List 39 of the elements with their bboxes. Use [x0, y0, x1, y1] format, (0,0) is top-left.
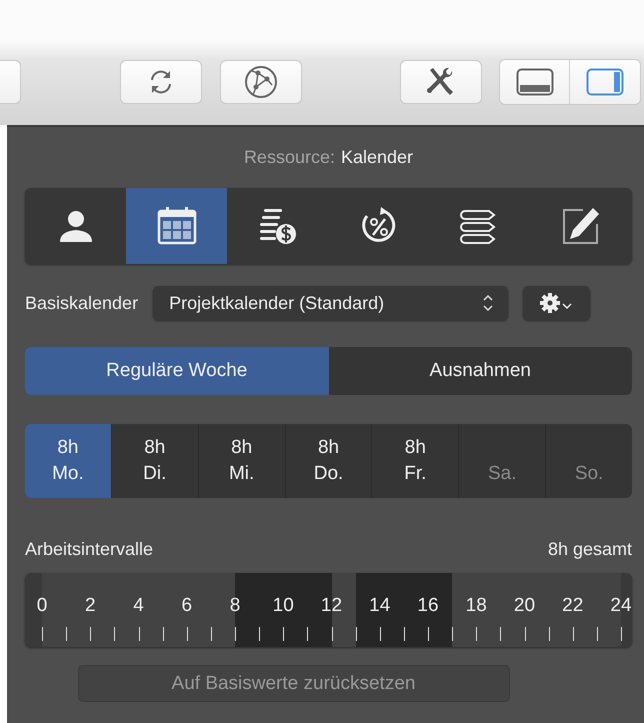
hour-label: 20 — [514, 595, 536, 617]
hour-label: 2 — [84, 595, 96, 617]
coins-dollar-icon — [258, 206, 298, 246]
day-button[interactable]: 8h Do. — [284, 424, 372, 498]
base-calendar-label: Basiskalender — [25, 292, 138, 314]
day-button[interactable]: 8h Mo. — [25, 424, 111, 498]
bottom-panel-icon — [516, 68, 554, 96]
hour-label: 8 — [230, 595, 240, 617]
hour-label: 12 — [320, 595, 342, 617]
hour-label: 22 — [562, 595, 584, 617]
hour-label: 18 — [466, 595, 487, 617]
mode-tab[interactable]: Reguläre Woche — [25, 347, 328, 395]
hour-label: 6 — [181, 595, 192, 617]
total-hours: 8h gesamt — [548, 538, 632, 560]
edit-icon — [561, 206, 602, 246]
hour-label: 0 — [36, 595, 48, 617]
network-button[interactable] — [220, 60, 302, 104]
day-button[interactable]: 8h Di. — [110, 424, 198, 498]
hour-label: 14 — [369, 595, 390, 617]
hour-label: 24 — [610, 595, 632, 617]
tools-button[interactable] — [400, 60, 482, 104]
right-panel-icon — [586, 68, 624, 96]
inspector-title: Kalender — [340, 147, 414, 169]
inspector-tab[interactable] — [126, 188, 228, 264]
intervals-label: Arbeitsintervalle — [25, 538, 154, 560]
hour-label: 10 — [272, 595, 294, 617]
settings-button[interactable] — [523, 286, 590, 320]
day-button[interactable]: 8h Mi. — [198, 424, 285, 498]
hour-label: 4 — [133, 595, 144, 617]
base-calendar-select[interactable]: Projektkalender (Standard) — [153, 286, 508, 320]
network-icon — [244, 64, 278, 98]
timeline[interactable]: 0 2 4 6 8 10 12 14 16 18 20 22 24 — [25, 573, 632, 647]
calendar-icon — [156, 206, 197, 246]
day-button[interactable]: 8h Fr. — [371, 424, 458, 498]
inspector-title-label: Ressource: — [244, 147, 335, 169]
mode-tab[interactable]: Ausnahmen — [328, 347, 632, 395]
stepper-icon — [482, 293, 494, 313]
hour-label: 16 — [417, 595, 439, 617]
refresh-button[interactable] — [120, 60, 202, 104]
